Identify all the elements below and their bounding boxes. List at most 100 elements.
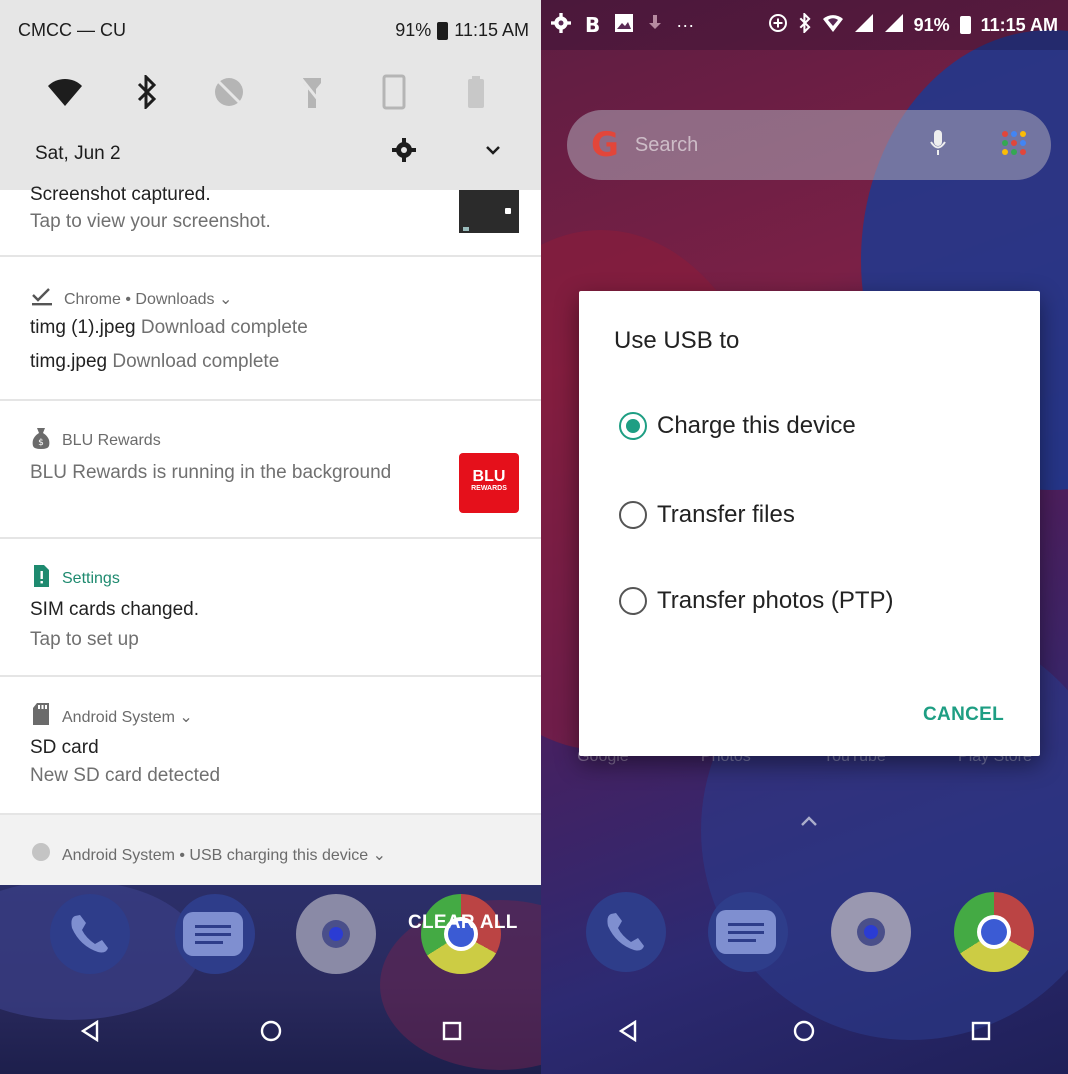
notification-app-name: Android System • USB charging this devic… — [62, 846, 387, 864]
notification-app-row: Chrome • Downloads ⌄ — [30, 286, 232, 311]
battery-percent: 91% — [913, 14, 950, 35]
camera-app-icon[interactable] — [831, 892, 911, 972]
back-icon[interactable] — [618, 1019, 638, 1047]
flashlight-off-icon[interactable] — [290, 72, 334, 112]
signal-icon — [854, 13, 874, 38]
google-g-icon: G — [591, 125, 619, 165]
notification-sd-card[interactable]: Android System ⌄ SD card New SD card det… — [0, 677, 541, 815]
download-item: timg (1).jpeg Download complete — [30, 317, 308, 339]
settings-gear-icon[interactable] — [392, 138, 416, 167]
wifi-status-icon — [822, 13, 844, 38]
clock: 11:15 AM — [980, 14, 1058, 35]
screen-rotate-icon[interactable] — [372, 72, 416, 112]
radio-selected-icon[interactable] — [619, 412, 647, 440]
status-right: 91% 11:15 AM — [395, 20, 529, 41]
notification-title: SIM cards changed. — [30, 599, 199, 620]
battery-icon — [959, 16, 971, 34]
notification-shade-panel: CMCC — CU 91% 11:15 AM Sat, Jun 2 Screen… — [0, 0, 541, 1074]
notification-app-row: $ BLU Rewards — [30, 426, 161, 455]
battery-saver-icon[interactable] — [454, 72, 498, 112]
navigation-bar — [0, 992, 541, 1074]
option-transfer-photos[interactable]: Transfer photos (PTP) — [619, 587, 894, 615]
app-grid-icon[interactable] — [1001, 130, 1027, 161]
recents-icon[interactable] — [442, 1021, 462, 1046]
notification-subtitle: Tap to view your screenshot. — [30, 211, 271, 232]
option-charge-device[interactable]: Charge this device — [619, 412, 856, 440]
download-status: Download complete — [140, 317, 308, 338]
notification-app-row: Settings — [30, 564, 120, 593]
home-screen-panel: B ··· 91% 11:15 AM G Search Google Photo… — [541, 0, 1068, 1074]
app-drawer-chevron-icon[interactable] — [799, 814, 819, 833]
search-placeholder: Search — [634, 133, 699, 156]
more-notifs-icon: ··· — [676, 14, 695, 35]
notification-chrome-downloads[interactable]: Chrome • Downloads ⌄ timg (1).jpeg Downl… — [0, 257, 541, 401]
date-label: Sat, Jun 2 — [35, 143, 121, 164]
download-filename: timg (1).jpeg — [30, 317, 136, 338]
radio-unselected-icon[interactable] — [619, 501, 647, 529]
home-icon[interactable] — [792, 1019, 816, 1048]
notification-blu-rewards[interactable]: $ BLU Rewards BLU Rewards is running in … — [0, 401, 541, 539]
cancel-button[interactable]: CANCEL — [923, 704, 1004, 726]
status-bar: B ··· 91% 11:15 AM — [541, 0, 1068, 50]
svg-text:$: $ — [38, 438, 44, 448]
notification-title: Screenshot captured. — [30, 184, 211, 205]
carrier-label: CMCC — CU — [18, 20, 126, 40]
image-notif-icon — [614, 13, 634, 38]
screenshot-thumbnail — [459, 190, 519, 233]
signal-icon — [884, 13, 904, 38]
expand-chevron-icon[interactable] — [482, 138, 504, 167]
notification-sim-changed[interactable]: Settings SIM cards changed. Tap to set u… — [0, 539, 541, 677]
notification-app-name: Settings — [62, 569, 120, 587]
download-status: Download complete — [112, 351, 280, 372]
bluetooth-status-icon — [798, 11, 812, 38]
microphone-icon[interactable] — [929, 129, 947, 162]
clear-all-button[interactable]: CLEAR ALL — [408, 912, 518, 934]
radio-unselected-icon[interactable] — [619, 587, 647, 615]
wifi-icon[interactable] — [43, 72, 87, 112]
battery-percent: 91% — [395, 20, 432, 40]
usb-mode-dialog: Use USB to Charge this device Transfer f… — [579, 291, 1040, 756]
option-label: Transfer photos (PTP) — [657, 587, 894, 614]
download-notif-icon — [648, 13, 662, 38]
messages-app-icon[interactable] — [175, 894, 255, 974]
notification-app-row: Android System • USB charging this devic… — [30, 841, 386, 868]
settings-notif-icon — [551, 12, 571, 38]
battery-icon — [437, 21, 449, 40]
notification-body: BLU Rewards is running in the background — [30, 462, 392, 483]
sd-card-icon — [30, 702, 52, 731]
dialog-title: Use USB to — [614, 327, 740, 354]
phone-app-icon[interactable] — [50, 894, 130, 974]
quick-tiles — [0, 72, 541, 112]
google-search-bar[interactable]: G Search — [567, 110, 1051, 180]
chrome-app-icon[interactable] — [421, 894, 501, 974]
phone-app-icon[interactable] — [586, 892, 666, 972]
sim-alert-icon — [30, 564, 52, 593]
camera-app-icon[interactable] — [296, 894, 376, 974]
notification-app-name: BLU Rewards — [62, 431, 161, 449]
option-transfer-files[interactable]: Transfer files — [619, 501, 795, 529]
chrome-app-icon[interactable] — [954, 892, 1034, 972]
back-icon[interactable] — [80, 1019, 100, 1047]
notification-subtitle: New SD card detected — [30, 765, 221, 786]
notification-app-name: Chrome • Downloads ⌄ — [64, 290, 233, 308]
data-saver-icon — [768, 13, 788, 38]
recents-icon[interactable] — [971, 1021, 991, 1046]
quick-settings: CMCC — CU 91% 11:15 AM Sat, Jun 2 — [0, 0, 541, 190]
notification-subtitle: Tap to set up — [30, 629, 139, 650]
notification-list: Screenshot captured. Tap to view your sc… — [0, 184, 541, 885]
blu-notif-icon: B — [585, 13, 601, 37]
money-bag-icon: $ — [30, 426, 52, 455]
home-icon[interactable] — [259, 1019, 283, 1048]
blu-rewards-logo: BLU REWARDS — [459, 453, 519, 513]
download-item: timg.jpeg Download complete — [30, 351, 279, 373]
notification-usb-charging[interactable]: Android System • USB charging this devic… — [0, 815, 541, 885]
bluetooth-icon[interactable] — [125, 72, 169, 112]
messages-app-icon[interactable] — [708, 892, 788, 972]
option-label: Charge this device — [657, 412, 856, 439]
download-filename: timg.jpeg — [30, 351, 108, 372]
option-label: Transfer files — [657, 501, 795, 528]
notification-screenshot[interactable]: Screenshot captured. Tap to view your sc… — [0, 184, 541, 257]
location-off-icon[interactable] — [207, 72, 251, 112]
android-system-icon — [30, 841, 52, 868]
download-done-icon — [30, 286, 54, 311]
